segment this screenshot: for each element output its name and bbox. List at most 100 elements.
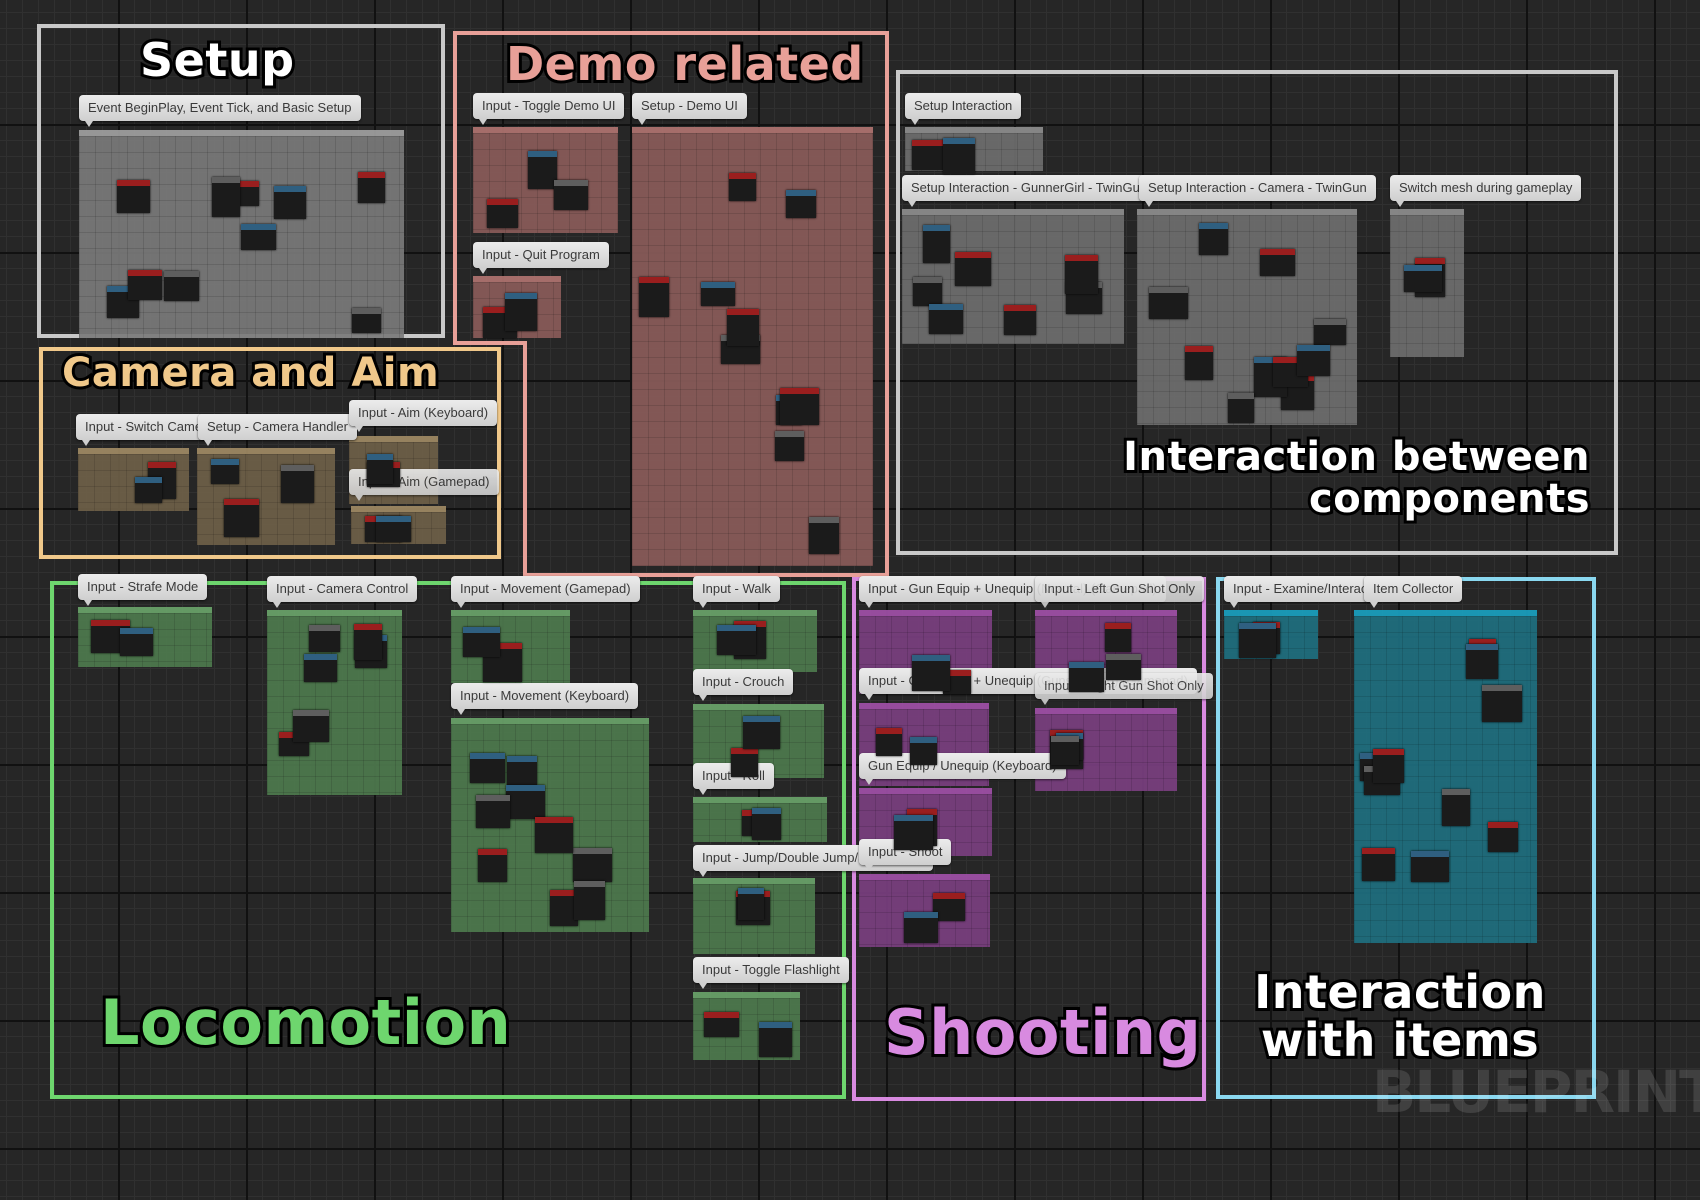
graph-node[interactable] bbox=[775, 430, 805, 462]
comment-bubble[interactable]: Input - Crouch bbox=[693, 669, 794, 701]
graph-node[interactable] bbox=[240, 223, 276, 251]
comment-bubble[interactable]: Setup Interaction - GunnerGirl - TwinGun bbox=[902, 175, 1157, 207]
comment-bubble[interactable]: Input - Camera Control bbox=[267, 576, 418, 608]
graph-node[interactable] bbox=[553, 179, 589, 211]
graph-node[interactable] bbox=[751, 807, 782, 840]
graph-node[interactable] bbox=[1004, 305, 1037, 336]
graph-node[interactable] bbox=[942, 137, 975, 174]
graph-node[interactable] bbox=[135, 476, 162, 503]
graph-node[interactable] bbox=[210, 459, 240, 484]
comment-bubble[interactable]: Input - Movement (Gamepad) bbox=[451, 576, 640, 608]
comment-bubble[interactable]: Setup Interaction - Camera - TwinGun bbox=[1139, 175, 1376, 207]
graph-node[interactable] bbox=[1184, 345, 1214, 381]
graph-node[interactable] bbox=[1314, 319, 1347, 345]
graph-node[interactable] bbox=[1065, 254, 1098, 295]
graph-node[interactable] bbox=[1466, 644, 1499, 680]
graph-node[interactable] bbox=[1148, 286, 1189, 319]
graph-node[interactable] bbox=[535, 816, 573, 853]
graph-node[interactable] bbox=[743, 715, 781, 750]
graph-node[interactable] bbox=[639, 277, 670, 317]
graph-node[interactable] bbox=[487, 198, 519, 229]
graph-node[interactable] bbox=[731, 747, 758, 778]
graph-node[interactable] bbox=[1410, 851, 1450, 882]
graph-node[interactable] bbox=[786, 189, 816, 218]
graph-node[interactable] bbox=[1106, 653, 1141, 681]
graph-node[interactable] bbox=[117, 180, 151, 214]
comment-bubble[interactable]: Input - Examine/Interact bbox=[1224, 576, 1381, 608]
comment-bubble[interactable]: Input - Aim (Keyboard) bbox=[349, 400, 498, 432]
graph-node[interactable] bbox=[903, 911, 939, 943]
graph-node[interactable] bbox=[280, 465, 315, 503]
graph-node[interactable] bbox=[876, 727, 903, 756]
graph-node[interactable] bbox=[354, 624, 382, 660]
graph-node[interactable] bbox=[704, 1011, 739, 1038]
graph-node[interactable] bbox=[475, 794, 510, 828]
graph-node[interactable] bbox=[376, 516, 412, 542]
graph-node[interactable] bbox=[273, 186, 306, 220]
graph-node[interactable] bbox=[1104, 622, 1132, 652]
comment-bubble[interactable]: Gun Equip / Unequip (Keyboard) bbox=[859, 753, 1066, 785]
comment-bubble[interactable]: Input - Toggle Flashlight bbox=[693, 957, 849, 989]
graph-node[interactable] bbox=[366, 454, 394, 485]
graph-node[interactable] bbox=[1259, 249, 1296, 276]
graph-node[interactable] bbox=[726, 309, 759, 347]
comment-bubble[interactable]: Input - Walk bbox=[693, 576, 780, 608]
graph-node[interactable] bbox=[894, 815, 933, 850]
graph-node[interactable] bbox=[1487, 822, 1518, 853]
graph-node[interactable] bbox=[1482, 685, 1522, 723]
comment-bubble[interactable]: Input - Left Gun Shot Only bbox=[1035, 576, 1205, 608]
comment-bubble[interactable]: Setup Interaction bbox=[905, 93, 1022, 125]
graph-node[interactable] bbox=[728, 173, 757, 201]
graph-node[interactable] bbox=[164, 270, 199, 302]
graph-node[interactable] bbox=[223, 498, 260, 537]
graph-node[interactable] bbox=[119, 628, 153, 657]
comment-bubble[interactable]: Input - Quit Program bbox=[473, 242, 609, 274]
comment-bubble[interactable]: Input - Toggle Demo UI bbox=[473, 93, 625, 125]
comment-bubble[interactable]: Switch mesh during gameplay bbox=[1390, 175, 1582, 207]
graph-node[interactable] bbox=[127, 270, 162, 300]
graph-node[interactable] bbox=[910, 736, 938, 765]
graph-node[interactable] bbox=[954, 251, 991, 286]
comment-bubble[interactable]: Event BeginPlay, Event Tick, and Basic S… bbox=[79, 95, 361, 127]
graph-node[interactable] bbox=[1404, 265, 1442, 293]
graph-node[interactable] bbox=[701, 281, 735, 307]
graph-node[interactable] bbox=[504, 292, 537, 331]
comment-bubble[interactable]: Item Collector bbox=[1364, 576, 1463, 608]
graph-node[interactable] bbox=[505, 785, 546, 819]
graph-node[interactable] bbox=[507, 755, 537, 786]
graph-node[interactable] bbox=[809, 517, 839, 554]
graph-node[interactable] bbox=[1239, 622, 1276, 658]
graph-node[interactable] bbox=[357, 171, 386, 203]
graph-node[interactable] bbox=[352, 307, 381, 333]
graph-node[interactable] bbox=[759, 1022, 792, 1058]
comment-bubble[interactable]: Input - Movement (Keyboard) bbox=[451, 683, 639, 715]
graph-node[interactable] bbox=[308, 624, 341, 653]
graph-node[interactable] bbox=[737, 888, 764, 920]
graph-node[interactable] bbox=[303, 653, 338, 683]
graph-node[interactable] bbox=[717, 625, 756, 655]
graph-node[interactable] bbox=[1372, 749, 1404, 784]
graph-node[interactable] bbox=[573, 880, 605, 920]
comment-bubble[interactable]: Input - Strafe Mode bbox=[78, 574, 208, 606]
graph-node[interactable] bbox=[477, 848, 508, 883]
graph-node[interactable] bbox=[1051, 736, 1079, 766]
graph-node[interactable] bbox=[911, 139, 945, 171]
graph-node[interactable] bbox=[923, 224, 951, 264]
graph-node[interactable] bbox=[1227, 393, 1255, 424]
graph-node[interactable] bbox=[912, 654, 951, 691]
graph-node[interactable] bbox=[780, 387, 819, 426]
graph-node[interactable] bbox=[470, 752, 505, 783]
graph-node[interactable] bbox=[573, 848, 613, 883]
graph-node[interactable] bbox=[1297, 345, 1331, 377]
graph-node[interactable] bbox=[292, 709, 330, 742]
graph-node[interactable] bbox=[211, 176, 241, 217]
comment-bubble[interactable]: Setup - Camera Handler bbox=[198, 414, 357, 446]
comment-bubble[interactable]: Setup - Demo UI bbox=[632, 93, 747, 125]
graph-node[interactable] bbox=[527, 150, 558, 189]
graph-node[interactable] bbox=[1441, 788, 1471, 826]
graph-node[interactable] bbox=[463, 626, 501, 658]
graph-node[interactable] bbox=[913, 276, 942, 306]
graph-node[interactable] bbox=[929, 303, 963, 335]
graph-node[interactable] bbox=[1362, 848, 1395, 881]
graph-node[interactable] bbox=[1069, 661, 1105, 692]
